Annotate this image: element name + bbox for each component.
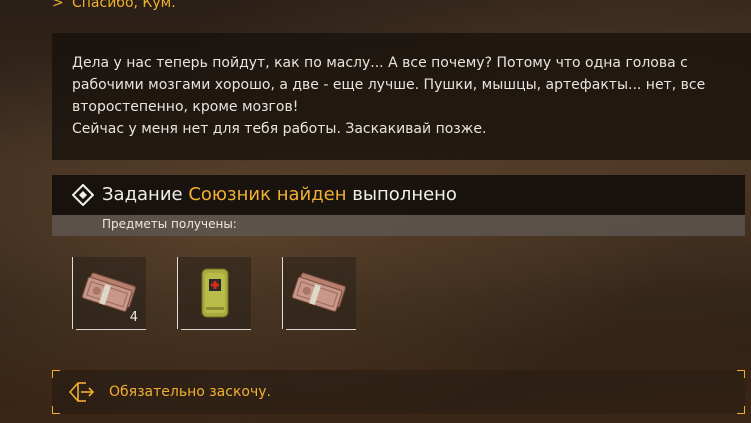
answer-text[interactable]: Обязательно заскочу. (109, 384, 271, 400)
quest-diamond-icon (72, 184, 94, 206)
frame-corner (52, 406, 60, 414)
quest-title: Задание Союзник найден выполнено (102, 184, 457, 205)
npc-dialogue-line: Дела у нас теперь пойдут, как по маслу..… (72, 55, 706, 115)
quest-complete-banner: Задание Союзник найден выполнено (52, 175, 745, 215)
reward-items: 4 (72, 257, 372, 331)
item-count: 4 (129, 310, 138, 325)
quest-status: выполнено (352, 184, 457, 205)
npc-dialogue-line: Сейчас у меня нет для тебя работы. Заска… (72, 121, 487, 137)
quest-prefix: Задание (102, 184, 183, 205)
reward-slot-money[interactable]: 4 (72, 257, 146, 330)
npc-dialogue-box: Дела у нас теперь пойдут, как по маслу..… (52, 33, 751, 160)
previous-reply: > Спасибо, Кум. (52, 0, 176, 11)
rewards-label: Предметы получены: (102, 217, 237, 231)
answer-option[interactable]: Обязательно заскочу. (52, 370, 745, 414)
first-aid-kit-icon (201, 268, 229, 318)
frame-corner (737, 370, 745, 378)
quest-name: Союзник найден (188, 184, 347, 205)
reply-marker: > (52, 0, 64, 11)
rewards-bar: Предметы получены: (52, 215, 745, 236)
reward-slot-medkit[interactable] (177, 257, 251, 330)
frame-corner (52, 370, 60, 378)
previous-reply-text: Спасибо, Кум. (72, 0, 176, 11)
reward-slot-money[interactable] (282, 257, 356, 330)
money-bundle-icon (291, 272, 346, 312)
exit-dialog-icon (69, 382, 95, 402)
frame-corner (737, 406, 745, 414)
